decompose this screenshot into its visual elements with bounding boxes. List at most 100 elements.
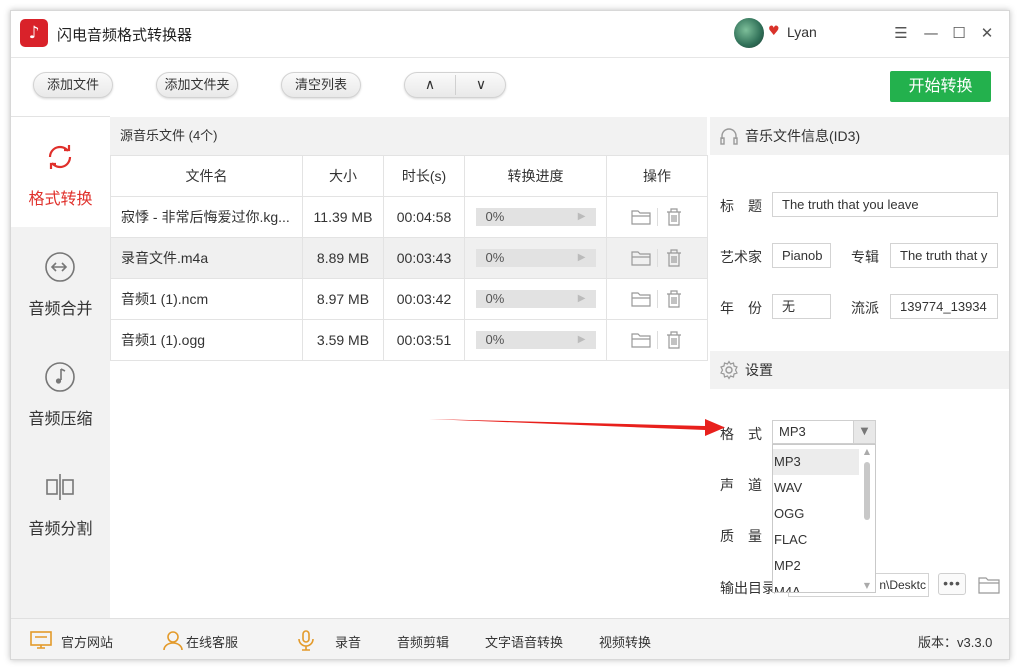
microphone-icon bbox=[298, 630, 314, 651]
add-file-button[interactable]: 添加文件 bbox=[33, 72, 113, 98]
chevron-down-icon[interactable]: ▼ bbox=[853, 421, 875, 443]
app-title: 闪电音频格式转换器 bbox=[57, 27, 193, 44]
scroll-down-icon[interactable]: ▼ bbox=[862, 581, 872, 591]
play-icon[interactable]: ▶ bbox=[578, 331, 586, 349]
format-option-ogg[interactable]: OGG bbox=[773, 501, 861, 527]
format-option-m4a[interactable]: M4A bbox=[773, 579, 861, 592]
delete-icon[interactable] bbox=[663, 289, 685, 309]
sidebar-item-format-convert[interactable]: 格式转换 bbox=[11, 117, 110, 227]
move-buttons: ∧ ∨ bbox=[404, 72, 506, 98]
progress-bar: 0% ▶ bbox=[475, 290, 596, 309]
progress-bar: 0% ▶ bbox=[475, 208, 596, 227]
delete-icon[interactable] bbox=[663, 248, 685, 268]
online-support-link[interactable]: 在线客服 bbox=[186, 632, 238, 651]
info-settings-panel: 音乐文件信息(ID3) 标 题 The truth that you leave… bbox=[710, 117, 1009, 618]
progress-text: 0% bbox=[485, 209, 505, 225]
play-icon[interactable]: ▶ bbox=[578, 208, 586, 226]
scroll-up-icon[interactable]: ▲ bbox=[862, 447, 872, 457]
file-name: 寂悸 - 非常后悔爱过你.kg... bbox=[110, 196, 303, 238]
version-text: 版本：v3.3.0 bbox=[918, 635, 993, 650]
format-option-flac[interactable]: FLAC bbox=[773, 527, 861, 553]
open-folder-icon[interactable] bbox=[630, 248, 652, 268]
progress-cell: 0% ▶ bbox=[464, 196, 607, 238]
toolbar: 添加文件 添加文件夹 清空列表 ∧ ∨ 开始转换 bbox=[11, 57, 1009, 116]
year-label: 年 份 bbox=[720, 300, 762, 316]
progress-text: 0% bbox=[485, 250, 505, 266]
close-button[interactable]: ✕ bbox=[975, 21, 999, 45]
delete-icon[interactable] bbox=[663, 330, 685, 350]
scrollbar-thumb[interactable] bbox=[864, 462, 870, 520]
format-selected-value: MP3 bbox=[779, 424, 806, 439]
maximize-button[interactable]: ☐ bbox=[947, 21, 971, 45]
sidebar-item-audio-merge[interactable]: 音频合并 bbox=[11, 227, 110, 337]
format-select[interactable]: MP3 ▼ bbox=[772, 420, 876, 444]
move-down-button[interactable]: ∨ bbox=[456, 73, 506, 97]
user-avatar[interactable] bbox=[734, 18, 764, 48]
year-field[interactable]: 无 bbox=[772, 294, 831, 319]
compress-icon bbox=[45, 362, 75, 392]
video-convert-link[interactable]: 视频转换 bbox=[599, 632, 651, 651]
sidebar-item-audio-split[interactable]: 音频分割 bbox=[11, 447, 110, 557]
open-folder-icon[interactable] bbox=[630, 330, 652, 350]
play-icon[interactable]: ▶ bbox=[578, 249, 586, 267]
format-option-mp2[interactable]: MP2 bbox=[773, 553, 861, 579]
record-link[interactable]: 录音 bbox=[335, 632, 361, 651]
clear-list-button[interactable]: 清空列表 bbox=[281, 72, 361, 98]
divider bbox=[656, 331, 658, 349]
file-duration: 00:03:43 bbox=[383, 237, 465, 279]
minimize-button[interactable]: — bbox=[919, 21, 943, 45]
tts-link[interactable]: 文字语音转换 bbox=[485, 632, 563, 651]
start-convert-button[interactable]: 开始转换 bbox=[890, 71, 991, 102]
file-name: 录音文件.m4a bbox=[110, 237, 303, 279]
column-header-progress: 转换进度 bbox=[464, 155, 607, 197]
table-row[interactable]: 音频1 (1).ogg 3.59 MB 00:03:51 0% ▶ bbox=[110, 319, 708, 361]
audio-cut-link[interactable]: 音频剪辑 bbox=[397, 632, 449, 651]
divider bbox=[656, 290, 658, 308]
sidebar-item-label: 音频合并 bbox=[28, 301, 93, 318]
menu-icon[interactable]: ☰ bbox=[889, 21, 913, 45]
artist-field[interactable]: Pianob bbox=[772, 243, 831, 268]
progress-cell: 0% ▶ bbox=[464, 278, 607, 320]
format-option-mp3[interactable]: MP3 bbox=[773, 449, 861, 475]
format-label: 格 式 bbox=[720, 426, 762, 442]
title-bar: ♪ 闪电音频格式转换器 ♥ Lyan ☰ — ☐ ✕ bbox=[11, 11, 1009, 57]
table-row[interactable]: 寂悸 - 非常后悔爱过你.kg... 11.39 MB 00:04:58 0% ▶ bbox=[110, 196, 708, 238]
open-folder-icon[interactable] bbox=[630, 207, 652, 227]
open-folder-icon[interactable] bbox=[630, 289, 652, 309]
play-icon[interactable]: ▶ bbox=[578, 290, 586, 308]
column-header-size: 大小 bbox=[302, 155, 384, 197]
app-logo-icon: ♪ bbox=[20, 19, 48, 47]
delete-icon[interactable] bbox=[663, 207, 685, 227]
album-field[interactable]: The truth that y bbox=[890, 243, 998, 268]
add-folder-button[interactable]: 添加文件夹 bbox=[156, 72, 238, 98]
app-window: ♪ 闪电音频格式转换器 ♥ Lyan ☰ — ☐ ✕ 添加文件 添加文件夹 清空… bbox=[10, 10, 1010, 660]
genre-field[interactable]: 139774_13934 bbox=[890, 294, 998, 319]
refresh-icon bbox=[48, 145, 72, 169]
column-header-actions: 操作 bbox=[606, 155, 708, 197]
sidebar-item-label: 音频分割 bbox=[28, 521, 93, 538]
folder-icon[interactable] bbox=[977, 574, 1001, 596]
id3-section-title: 音乐文件信息(ID3) bbox=[745, 128, 861, 144]
user-name[interactable]: Lyan bbox=[787, 24, 817, 40]
move-up-button[interactable]: ∧ bbox=[405, 73, 455, 97]
website-link[interactable]: 官方网站 bbox=[61, 632, 113, 651]
sidebar-item-audio-compress[interactable]: 音频压缩 bbox=[11, 337, 110, 447]
progress-cell: 0% ▶ bbox=[464, 319, 607, 361]
output-dir-label: 输出目录 bbox=[720, 580, 776, 596]
table-header-row: 文件名 大小 时长(s) 转换进度 操作 bbox=[110, 155, 708, 197]
table-row[interactable]: 录音文件.m4a 8.89 MB 00:03:43 0% ▶ bbox=[110, 237, 708, 279]
file-size: 8.89 MB bbox=[302, 237, 384, 279]
divider bbox=[656, 208, 658, 226]
dropdown-scrollbar[interactable]: ▲ ▼ bbox=[859, 445, 875, 592]
title-field[interactable]: The truth that you leave bbox=[772, 192, 998, 217]
format-option-wav[interactable]: WAV bbox=[773, 475, 861, 501]
browse-button[interactable]: ••• bbox=[938, 573, 966, 595]
file-list-panel: 源音乐文件 (4个) 文件名 大小 时长(s) 转换进度 操作 寂悸 - 非常后… bbox=[110, 117, 708, 618]
file-list-header: 源音乐文件 (4个) bbox=[110, 117, 707, 155]
vip-badge-icon: ♥ bbox=[768, 24, 780, 39]
file-duration: 00:03:51 bbox=[383, 319, 465, 361]
file-name: 音频1 (1).ogg bbox=[110, 319, 303, 361]
split-icon bbox=[46, 474, 74, 500]
table-row[interactable]: 音频1 (1).ncm 8.97 MB 00:03:42 0% ▶ bbox=[110, 278, 708, 320]
sidebar-item-label: 音频压缩 bbox=[28, 411, 93, 428]
